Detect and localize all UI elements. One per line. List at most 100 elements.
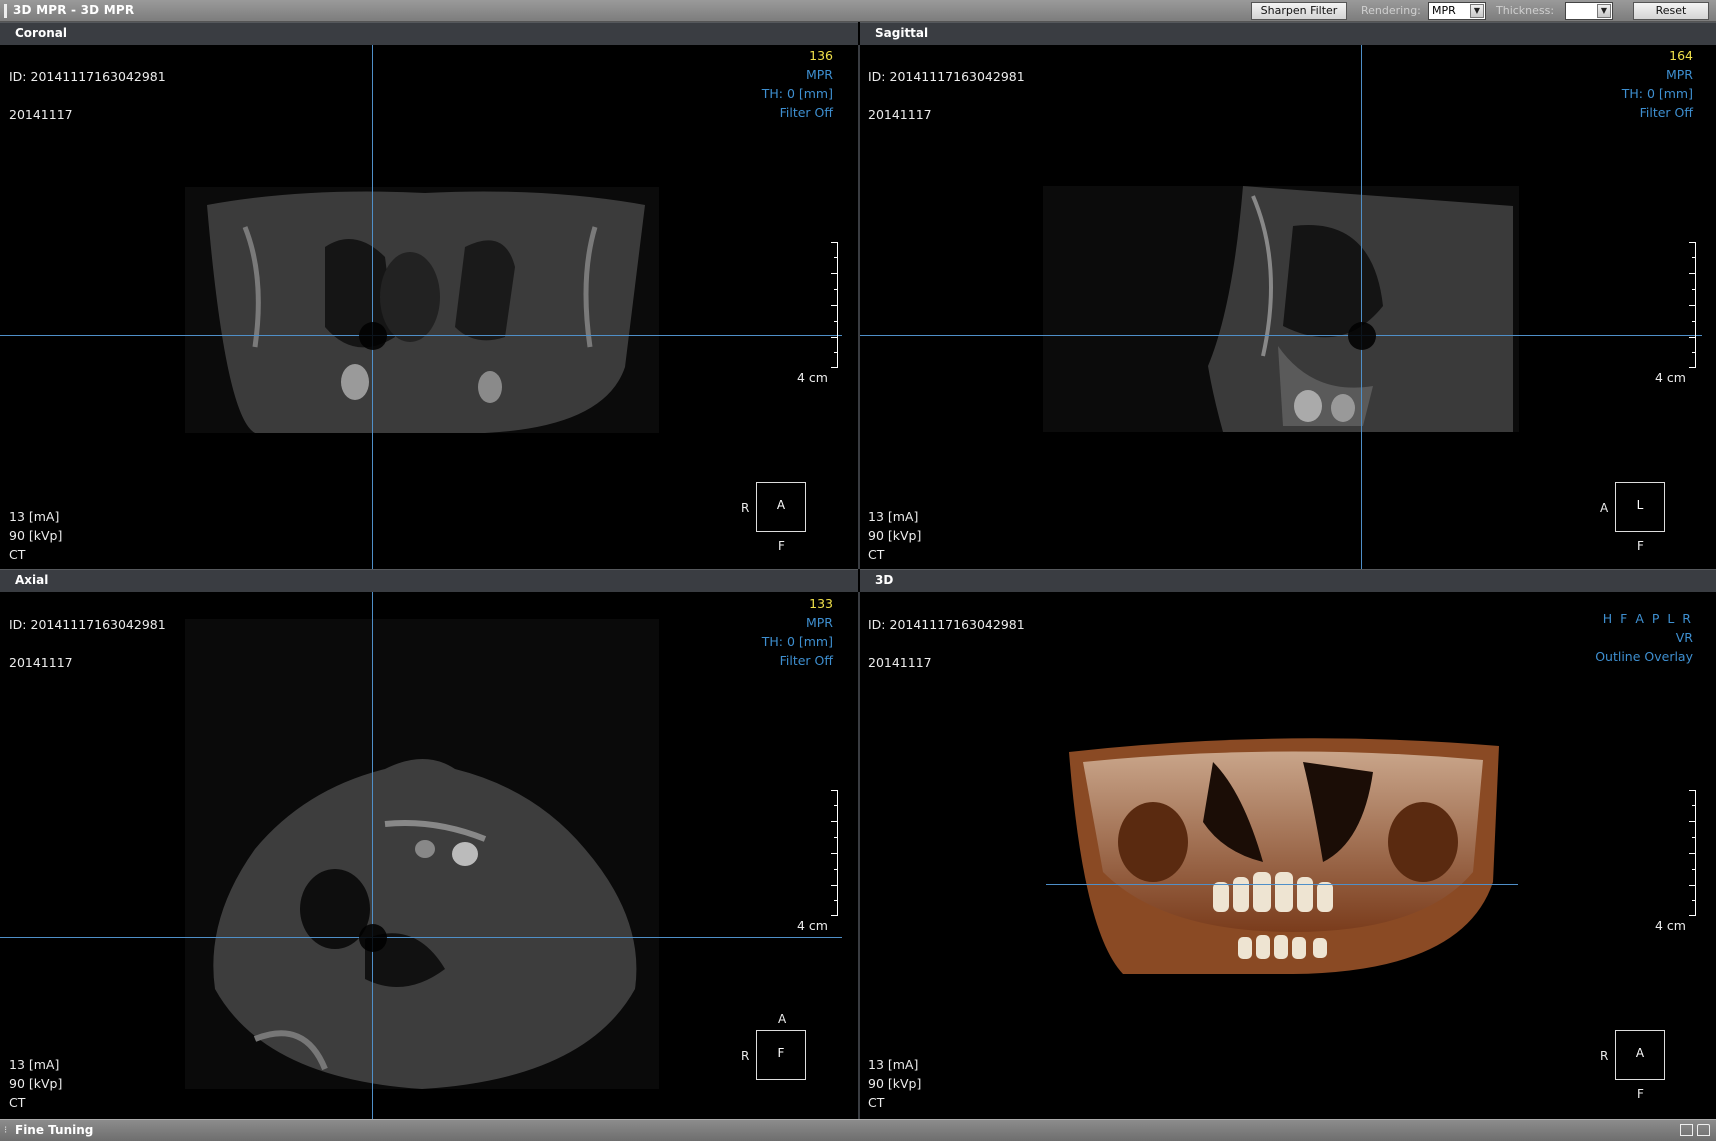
study-date: 20141117 [9, 655, 73, 670]
slice-thickness: TH: 0 [mm] [761, 86, 833, 101]
overlay-mode: Outline Overlay [1595, 649, 1693, 664]
scale-ruler [830, 242, 838, 368]
orientation-cube[interactable]: F [756, 1030, 806, 1080]
grip-icon[interactable]: ⁝ [4, 1125, 7, 1136]
coronal-ct-image [185, 187, 659, 433]
study-date: 20141117 [9, 107, 73, 122]
crosshair-center[interactable] [1348, 322, 1376, 350]
modality: CT [868, 1095, 885, 1110]
sagittal-ct-image [1043, 186, 1519, 432]
fine-tuning-bar[interactable]: ⁝ Fine Tuning [0, 1119, 1716, 1141]
orientation-center: A [776, 498, 786, 512]
slice-thickness: TH: 0 [mm] [761, 634, 833, 649]
scale-label: 4 cm [1655, 370, 1686, 385]
study-date: 20141117 [868, 655, 932, 670]
rendering-label: Rendering: [1361, 4, 1421, 17]
thickness-select[interactable]: ▼ [1565, 2, 1613, 20]
tube-voltage: 90 [kVp] [9, 1076, 63, 1091]
scale-ruler [1688, 790, 1696, 916]
sagittal-pane-header: Sagittal [860, 22, 1716, 45]
3d-title: 3D [875, 573, 894, 587]
crosshair-vertical[interactable] [1361, 45, 1362, 569]
slice-thickness: TH: 0 [mm] [1621, 86, 1693, 101]
crosshair-center[interactable] [359, 322, 387, 350]
sharpen-filter-button[interactable]: Sharpen Filter [1251, 2, 1347, 20]
render-mode: VR [1675, 630, 1693, 645]
orientation-center: A [1635, 1046, 1645, 1060]
3d-pane-header: 3D [860, 569, 1716, 592]
rendering-select[interactable]: MPR ▼ [1428, 2, 1486, 20]
scale-label: 4 cm [1655, 918, 1686, 933]
coronal-title: Coronal [15, 26, 67, 40]
crosshair-vertical[interactable] [372, 592, 373, 1119]
tube-current: 13 [mA] [868, 1057, 919, 1072]
patient-id: ID: 20141117163042981 [868, 69, 1025, 84]
3d-viewport[interactable]: H F A P L R VR Outline Overlay ID: 20141… [860, 592, 1716, 1119]
orientation-left: R [1600, 1049, 1609, 1063]
patient-id: ID: 20141117163042981 [868, 617, 1025, 632]
orientation-left: R [741, 1049, 750, 1063]
tube-voltage: 90 [kVp] [868, 1076, 922, 1091]
orientation-left: A [1600, 501, 1609, 515]
sagittal-viewport[interactable]: 164 MPR TH: 0 [mm] Filter Off ID: 201411… [860, 45, 1716, 569]
orientation-bottom: F [778, 539, 785, 553]
slice-number: 133 [809, 596, 833, 611]
patient-id: ID: 20141117163042981 [9, 617, 166, 632]
tube-current: 13 [mA] [9, 1057, 60, 1072]
orientation-bottom: F [1637, 539, 1644, 553]
window-title: 3D MPR - 3D MPR [13, 3, 135, 17]
orientation-cube[interactable]: A [1615, 1030, 1665, 1080]
3d-volume-render [1069, 738, 1499, 974]
thickness-label: Thickness: [1496, 4, 1555, 17]
study-date: 20141117 [868, 107, 932, 122]
modality: CT [868, 547, 885, 562]
filter-status: Filter Off [1639, 105, 1693, 120]
modality: CT [9, 1095, 26, 1110]
pane-divider[interactable] [858, 45, 860, 569]
crosshair-horizontal[interactable] [0, 937, 842, 938]
tube-voltage: 90 [kVp] [9, 528, 63, 543]
chevron-down-icon[interactable]: ▼ [1470, 4, 1484, 18]
orientation-center: F [777, 1046, 785, 1060]
filter-status: Filter Off [779, 105, 833, 120]
reset-button[interactable]: Reset [1633, 2, 1709, 20]
view-direction-buttons[interactable]: H F A P L R [1603, 610, 1693, 627]
orientation-cube[interactable]: A [756, 482, 806, 532]
window-titlebar: 3D MPR - 3D MPR Sharpen Filter Rendering… [0, 0, 1716, 22]
render-mode: MPR [805, 615, 833, 630]
pane-divider[interactable] [858, 592, 860, 1119]
orientation-bottom: F [1637, 1087, 1644, 1101]
tube-current: 13 [mA] [9, 509, 60, 524]
orientation-cube[interactable]: L [1615, 482, 1665, 532]
crosshair-center[interactable] [359, 924, 387, 952]
rendering-value: MPR [1432, 4, 1456, 17]
tube-current: 13 [mA] [868, 509, 919, 524]
sagittal-title: Sagittal [875, 26, 929, 40]
tube-voltage: 90 [kVp] [868, 528, 922, 543]
crosshair-horizontal[interactable] [1046, 884, 1518, 885]
crosshair-vertical[interactable] [372, 45, 373, 569]
orientation-center: L [1636, 498, 1644, 512]
orientation-left: R [741, 501, 750, 515]
axial-viewport[interactable]: 133 MPR TH: 0 [mm] Filter Off ID: 201411… [0, 592, 858, 1119]
patient-id: ID: 20141117163042981 [9, 69, 166, 84]
render-mode: MPR [1665, 67, 1693, 82]
render-mode: MPR [805, 67, 833, 82]
slice-number: 136 [809, 48, 833, 63]
scale-ruler [830, 790, 838, 916]
coronal-viewport[interactable]: 136 MPR TH: 0 [mm] Filter Off ID: 201411… [0, 45, 858, 569]
fine-tuning-title: Fine Tuning [15, 1123, 94, 1137]
titlebar-grip[interactable] [4, 4, 7, 18]
crosshair-horizontal[interactable] [860, 335, 1702, 336]
scale-ruler [1688, 242, 1696, 368]
axial-ct-image [185, 619, 659, 1089]
crosshair-horizontal[interactable] [0, 335, 842, 336]
scale-label: 4 cm [797, 918, 828, 933]
save-icon[interactable] [1680, 1124, 1693, 1136]
modality: CT [9, 547, 26, 562]
folder-icon[interactable] [1697, 1124, 1710, 1136]
filter-status: Filter Off [779, 653, 833, 668]
chevron-down-icon[interactable]: ▼ [1597, 4, 1611, 18]
coronal-pane-header: Coronal [0, 22, 858, 45]
axial-title: Axial [15, 573, 49, 587]
